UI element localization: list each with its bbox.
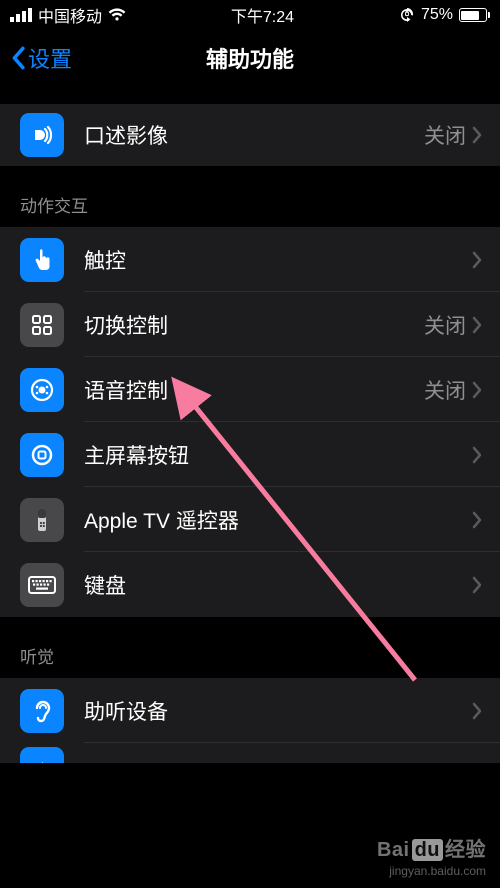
chevron-right-icon bbox=[472, 511, 482, 529]
row-value: 关闭 bbox=[424, 375, 466, 405]
row-label: Apple TV 遥控器 bbox=[84, 505, 466, 535]
signal-icon bbox=[10, 8, 32, 22]
watermark-text-b: du bbox=[412, 839, 443, 861]
chevron-right-icon bbox=[472, 702, 482, 720]
appletv-remote-icon bbox=[20, 498, 64, 542]
row-appletv-remote[interactable]: Apple TV 遥控器 bbox=[0, 487, 500, 552]
audio-description-icon bbox=[20, 113, 64, 157]
list-motion: 触控 切换控制 关闭 语音控制 关闭 主屏幕按钮 Apple TV 遥控器 bbox=[0, 227, 500, 617]
battery-icon bbox=[459, 8, 490, 22]
back-button[interactable]: 设置 bbox=[10, 42, 72, 74]
section-header-hearing: 听觉 bbox=[0, 617, 500, 678]
watermark: Baidu经验 jingyan.baidu.com bbox=[377, 833, 486, 878]
list-hearing: 助听设备 bbox=[0, 678, 500, 763]
status-right: 75% bbox=[399, 6, 490, 24]
wifi-icon bbox=[108, 8, 126, 22]
row-partial-bottom[interactable] bbox=[0, 743, 500, 763]
row-label: 助听设备 bbox=[84, 696, 466, 726]
previous-section-list: 口述影像 关闭 bbox=[0, 104, 500, 166]
chevron-right-icon bbox=[472, 126, 482, 144]
row-label: 主屏幕按钮 bbox=[84, 440, 466, 470]
row-value: 关闭 bbox=[424, 120, 466, 150]
row-audio-descriptions[interactable]: 口述影像 关闭 bbox=[0, 104, 500, 166]
switch-control-icon bbox=[20, 303, 64, 347]
watermark-text-a: Bai bbox=[377, 839, 410, 861]
watermark-url: jingyan.baidu.com bbox=[377, 864, 486, 878]
carrier-label: 中国移动 bbox=[38, 3, 102, 27]
section-header-motion: 动作交互 bbox=[0, 166, 500, 227]
status-bar: 中国移动 下午7:24 75% bbox=[0, 0, 500, 30]
keyboard-icon bbox=[20, 563, 64, 607]
row-keyboard[interactable]: 键盘 bbox=[0, 552, 500, 617]
row-label: 切换控制 bbox=[84, 310, 424, 340]
battery-percent: 75% bbox=[421, 6, 453, 24]
status-time: 下午7:24 bbox=[231, 3, 294, 27]
touch-icon bbox=[20, 238, 64, 282]
chevron-right-icon bbox=[472, 251, 482, 269]
status-left: 中国移动 bbox=[10, 3, 126, 27]
chevron-left-icon bbox=[10, 46, 26, 70]
row-label: 口述影像 bbox=[84, 120, 424, 150]
orientation-lock-icon bbox=[399, 7, 415, 23]
voice-control-icon bbox=[20, 368, 64, 412]
row-voice-control[interactable]: 语音控制 关闭 bbox=[0, 357, 500, 422]
row-label: 触控 bbox=[84, 245, 466, 275]
row-label: 键盘 bbox=[84, 570, 466, 600]
row-touch[interactable]: 触控 bbox=[0, 227, 500, 292]
page-title: 辅助功能 bbox=[206, 42, 294, 74]
row-home-button[interactable]: 主屏幕按钮 bbox=[0, 422, 500, 487]
watermark-text-c: 经验 bbox=[445, 839, 486, 861]
home-button-icon bbox=[20, 433, 64, 477]
chevron-right-icon bbox=[472, 316, 482, 334]
row-switch-control[interactable]: 切换控制 关闭 bbox=[0, 292, 500, 357]
hearing-icon bbox=[20, 689, 64, 733]
nav-bar: 设置 辅助功能 bbox=[0, 30, 500, 86]
chevron-right-icon bbox=[472, 381, 482, 399]
back-label: 设置 bbox=[28, 42, 72, 74]
row-value: 关闭 bbox=[424, 310, 466, 340]
row-label: 语音控制 bbox=[84, 375, 424, 405]
chevron-right-icon bbox=[472, 446, 482, 464]
chevron-right-icon bbox=[472, 576, 482, 594]
row-hearing-devices[interactable]: 助听设备 bbox=[0, 678, 500, 743]
speaker-icon bbox=[20, 747, 64, 763]
